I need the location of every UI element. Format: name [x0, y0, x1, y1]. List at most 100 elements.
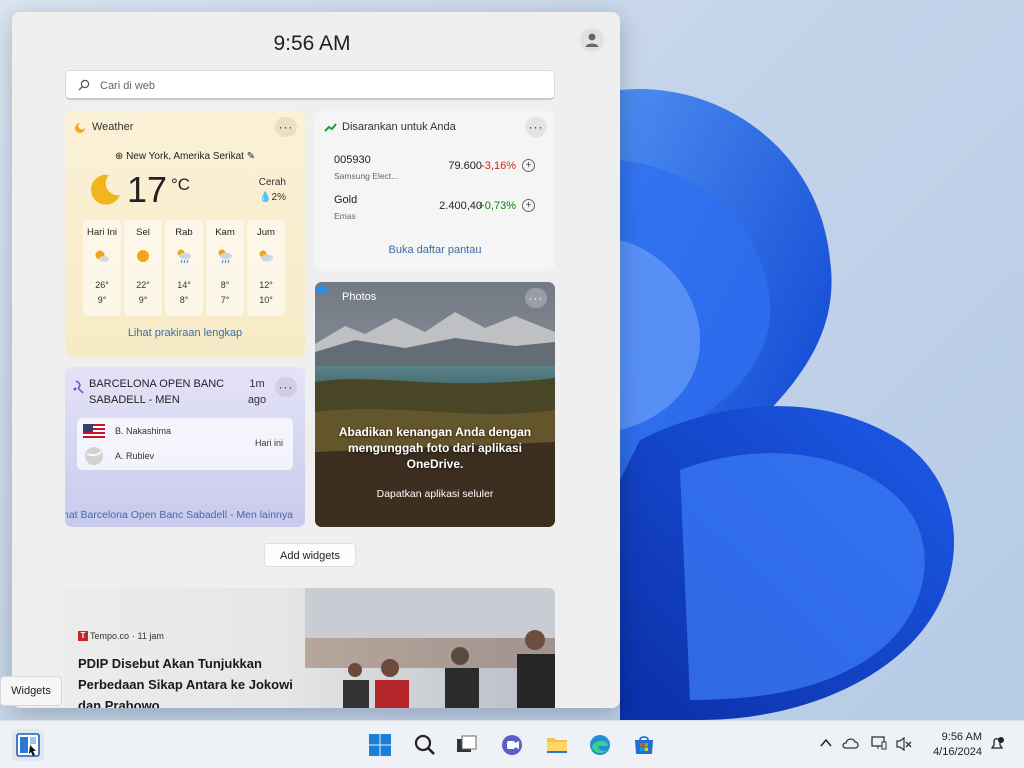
news-card[interactable]: T Tempo.co · 11 jam PDIP Disebut Akan Tu… — [65, 588, 555, 708]
moon-icon — [90, 174, 120, 205]
microsoft-store-button[interactable] — [628, 729, 660, 761]
photos-message: Abadikan kenangan Anda dengan mengunggah… — [338, 425, 532, 471]
stock-row[interactable]: 005930 Samsung Elect... 79.600 -3,16% + — [334, 154, 539, 184]
notification-bell-icon[interactable] — [989, 736, 1005, 752]
tennis-player-icon — [73, 380, 84, 394]
widgets-tooltip: Widgets — [0, 676, 62, 706]
weather-condition-text: Cerah — [258, 177, 286, 188]
stocks-chart-icon — [324, 123, 337, 132]
web-search-box[interactable] — [65, 70, 555, 100]
forecast-day-name: Sel — [136, 227, 150, 238]
network-icon[interactable] — [871, 735, 887, 751]
sports-updated-time: 1m ago — [247, 378, 267, 406]
weather-forecast: Hari Ini 26° 9° Sel 22° 9° Rab 14° 8° Ka… — [83, 220, 285, 316]
photos-widget[interactable]: Photos ··· Abadikan kenangan Anda dengan… — [315, 282, 555, 527]
sports-more-button[interactable]: ··· — [275, 377, 297, 397]
add-widgets-button[interactable]: Add widgets — [264, 543, 356, 567]
weather-widget[interactable]: Weather ··· ⊕ New York, Amerika Serikat … — [65, 111, 305, 357]
watchlist-title: Disarankan untuk Anda — [342, 121, 456, 133]
add-to-watchlist-icon[interactable]: + — [522, 159, 535, 172]
forecast-day[interactable]: Hari Ini 26° 9° — [83, 220, 121, 316]
taskbar-clock[interactable]: 9:56 AM 4/16/2024 — [912, 730, 982, 760]
weather-condition: Cerah 💧2% — [259, 175, 286, 205]
cloudy-icon — [259, 250, 273, 262]
partly-sunny-icon — [95, 250, 109, 262]
weather-full-forecast-link[interactable]: Lihat prakiraan lengkap — [65, 327, 305, 339]
forecast-low: 7° — [220, 295, 230, 305]
start-button[interactable] — [364, 729, 396, 761]
photos-title: Photos — [342, 291, 377, 303]
photos-more-button[interactable]: ··· — [525, 288, 547, 308]
search-input[interactable] — [98, 76, 522, 96]
profile-avatar[interactable] — [580, 28, 604, 52]
search-icon — [78, 79, 90, 91]
stock-change: -3,16% — [481, 160, 516, 172]
stock-name: Emas — [334, 211, 356, 221]
onedrive-tray-icon[interactable] — [842, 737, 860, 749]
forecast-low: 9° — [97, 295, 107, 305]
file-explorer-button[interactable] — [541, 729, 573, 761]
search-icon — [414, 734, 435, 755]
raindrop-icon: 💧 — [259, 192, 272, 203]
rain-showers-icon — [177, 249, 191, 264]
widgets-icon — [16, 733, 40, 757]
news-source-name: Tempo.co — [90, 631, 130, 641]
forecast-low: 9° — [138, 295, 148, 305]
watchlist-widget[interactable]: Disarankan untuk Anda ··· 005930 Samsung… — [315, 111, 555, 271]
edge-icon — [590, 735, 610, 755]
stock-change: +0,73% — [478, 200, 516, 212]
task-view-button[interactable] — [450, 729, 482, 761]
rain-showers-icon — [218, 249, 232, 264]
volume-muted-icon[interactable] — [896, 736, 912, 752]
forecast-day-name: Kam — [215, 227, 235, 238]
add-to-watchlist-icon[interactable]: + — [522, 199, 535, 212]
edge-browser-button[interactable] — [584, 729, 616, 761]
weather-title: Weather — [92, 121, 134, 133]
weather-location[interactable]: ⊕ New York, Amerika Serikat ✎ — [65, 151, 305, 162]
teams-chat-icon — [502, 735, 522, 755]
weather-more-button[interactable]: ··· — [275, 117, 297, 137]
player-two: A. Rublev — [115, 451, 155, 461]
location-pin-icon: ⊕ — [114, 151, 124, 162]
weather-location-text: New York, Amerika Serikat — [126, 151, 244, 162]
get-mobile-app-link[interactable]: Dapatkan aplikasi seluler — [315, 488, 555, 500]
news-source: T Tempo.co · 11 jam — [78, 631, 164, 641]
forecast-high: 8° — [220, 280, 230, 290]
show-hidden-icons-chevron-icon[interactable] — [820, 738, 832, 748]
person-icon — [585, 33, 599, 47]
forecast-day-name: Rab — [175, 227, 193, 238]
taskbar-time: 9:56 AM — [941, 731, 982, 743]
open-watchlist-link[interactable]: Buka daftar pantau — [315, 244, 555, 256]
sports-more-link[interactable]: hat Barcelona Open Banc Sabadell - Men l… — [65, 509, 305, 521]
stock-symbol: Gold — [334, 194, 358, 206]
sports-widget[interactable]: BARCELONA OPEN BANC SABADELL - MEN 1m ag… — [65, 367, 305, 527]
onedrive-cloud-icon — [316, 285, 328, 294]
teams-chat-button[interactable] — [496, 729, 528, 761]
forecast-high: 12° — [259, 280, 273, 290]
store-bag-icon — [635, 736, 653, 754]
usa-flag-icon — [83, 424, 105, 438]
forecast-day[interactable]: Jum 12° 10° — [247, 220, 285, 316]
weather-precip: 2% — [271, 192, 286, 203]
search-button[interactable] — [409, 729, 441, 761]
widgets-button[interactable] — [12, 729, 44, 761]
forecast-high: 26° — [95, 280, 109, 290]
edit-pencil-icon[interactable]: ✎ — [247, 151, 255, 162]
sunny-icon — [137, 250, 149, 262]
news-age: · 11 jam — [132, 631, 164, 641]
stock-row[interactable]: Gold Emas 2.400,40 +0,73% + — [334, 194, 539, 224]
news-headline[interactable]: PDIP Disebut Akan Tunjukkan Perbedaan Si… — [78, 653, 298, 708]
forecast-day[interactable]: Rab 14° 8° — [165, 220, 203, 316]
forecast-day[interactable]: Sel 22° 9° — [124, 220, 162, 316]
watchlist-more-button[interactable]: ··· — [525, 117, 547, 137]
forecast-day-name: Jum — [257, 227, 275, 238]
forecast-day[interactable]: Kam 8° 7° — [206, 220, 244, 316]
task-view-icon — [457, 735, 477, 752]
match-card[interactable]: B. Nakashima A. Rublev Hari ini — [77, 418, 293, 470]
forecast-low: 10° — [259, 295, 273, 305]
stock-name: Samsung Elect... — [334, 171, 399, 181]
folder-icon — [547, 738, 567, 753]
weather-sun-icon — [75, 122, 86, 133]
board-clock: 9:56 AM — [273, 32, 351, 55]
forecast-low: 8° — [179, 295, 189, 305]
